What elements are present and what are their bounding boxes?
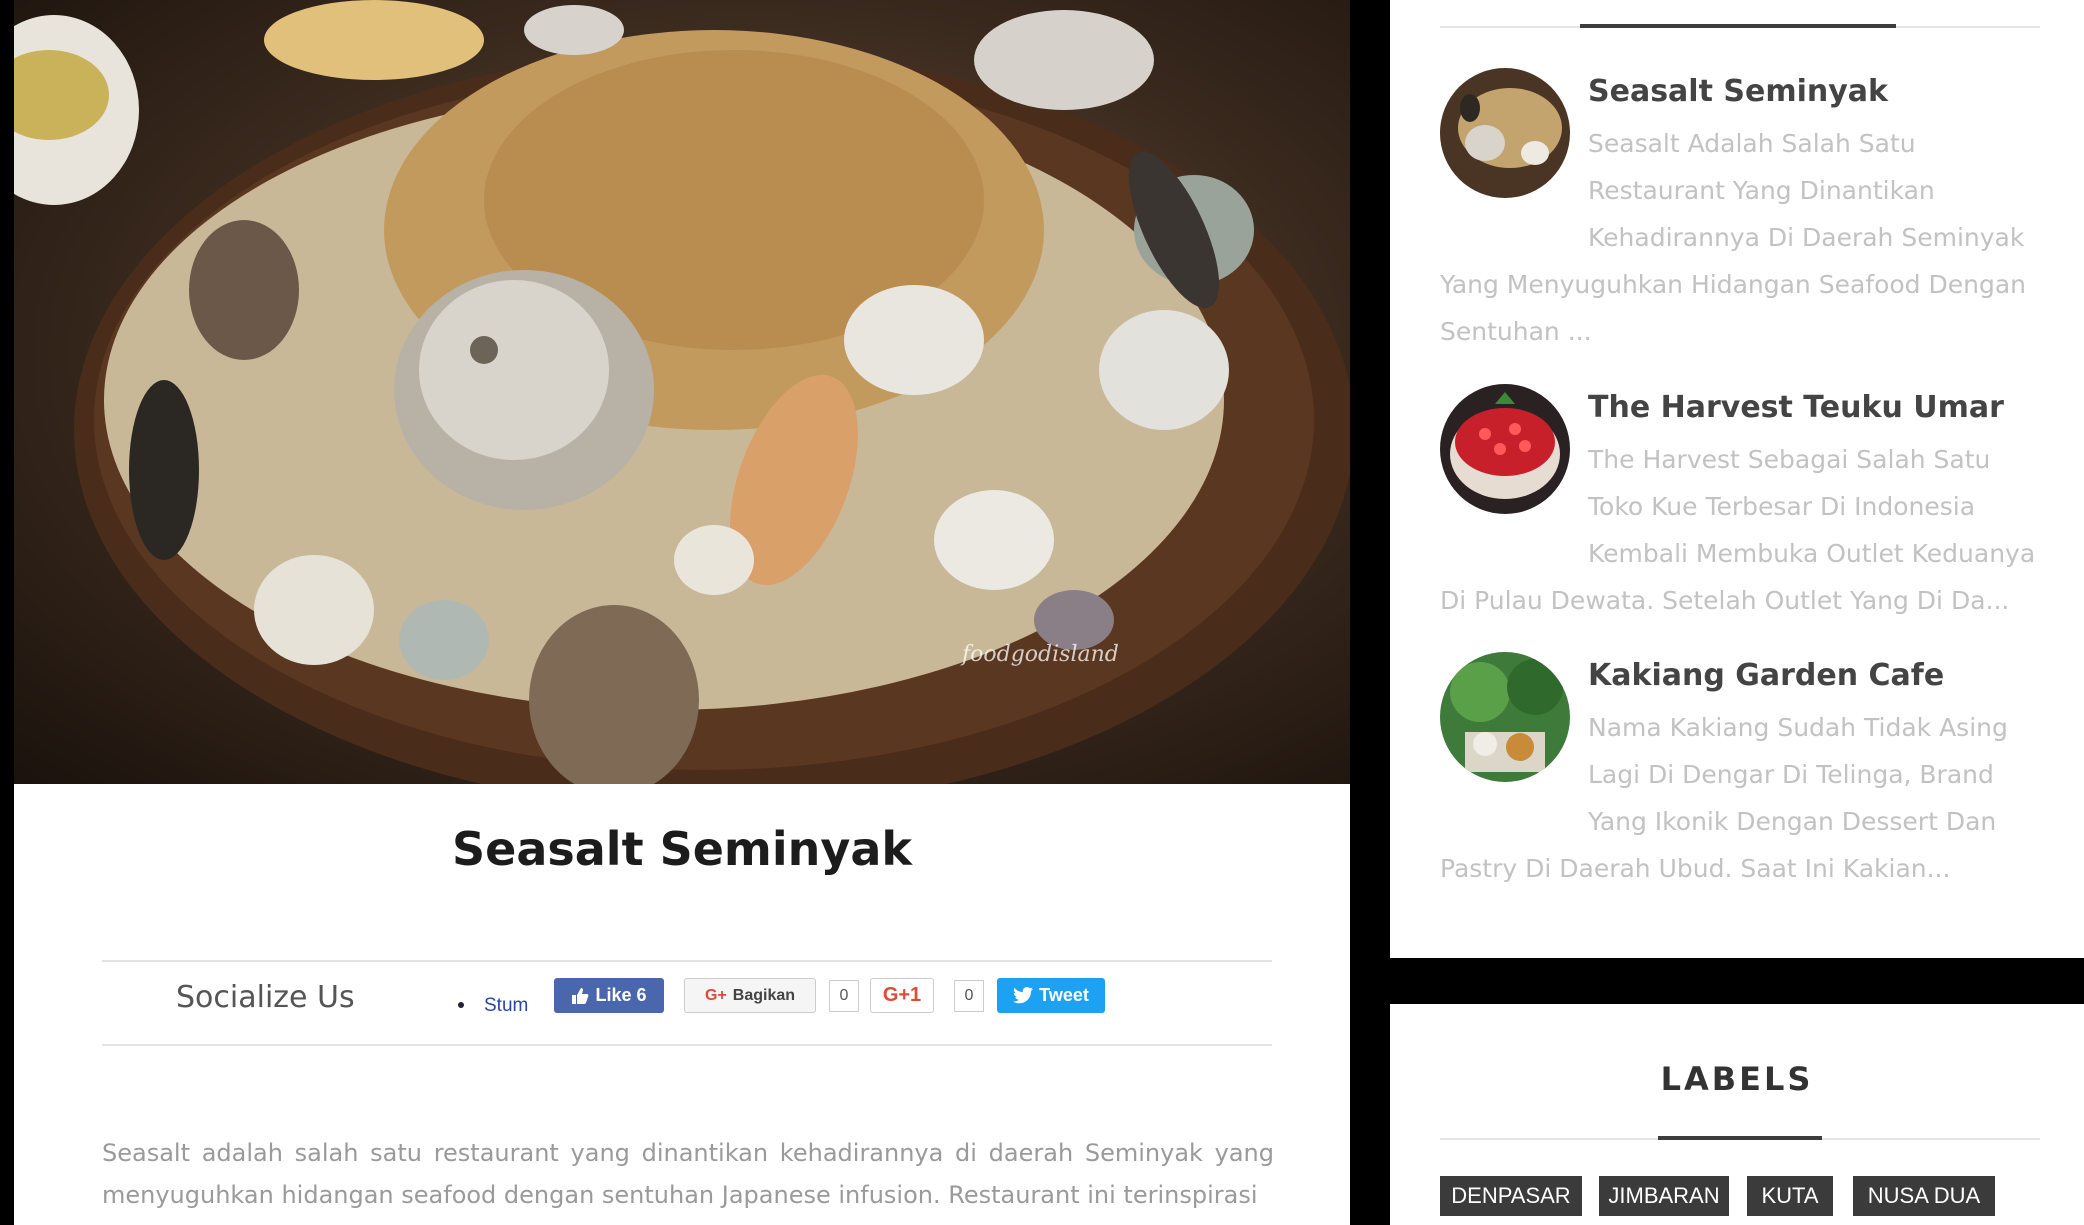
stumbleupon-link[interactable]: Stum (484, 995, 528, 1017)
labels-title-accent (1658, 1136, 1822, 1140)
popular-post-title[interactable]: The Harvest Teuku Umar (1588, 390, 2004, 425)
popular-post-item[interactable]: Seasalt Seminyak Seasalt Adalah Salah Sa… (1440, 68, 2040, 358)
popular-post-title[interactable]: Kakiang Garden Cafe (1588, 658, 1944, 693)
popular-post-item[interactable]: The Harvest Teuku Umar The Harvest Sebag… (1440, 384, 2040, 634)
like-label: Like 6 (595, 985, 647, 1005)
popular-post-item[interactable]: Kakiang Garden Cafe Nama Kakiang Sudah T… (1440, 652, 2040, 912)
popular-post-snippet: The Harvest Sebagai Salah Satu Toko Kue … (1440, 445, 2036, 615)
label-tag-denpasar[interactable]: DENPASAR (1440, 1176, 1582, 1216)
bagikan-count: 0 (829, 980, 859, 1012)
article-excerpt: Seasalt adalah salah satu restaurant yan… (102, 1139, 1274, 1209)
google-plus-one-button[interactable]: G+1 (870, 978, 934, 1013)
google-icon: G+ (704, 986, 727, 1004)
label-tag-jimbaran[interactable]: JIMBARAN (1599, 1176, 1729, 1216)
article-card: foodgodisland Seasalt Seminyak Socialize… (14, 0, 1350, 1225)
labels-widget: LABELS DENPASAR JIMBARAN KUTA NUSA DUA (1390, 1004, 2084, 1225)
post-title: Seasalt Seminyak (452, 822, 912, 876)
label-tag-kuta[interactable]: KUTA (1747, 1176, 1833, 1216)
seafood-salt-crust-photo (14, 0, 1350, 784)
labels-title: LABELS (1660, 1060, 1814, 1098)
photo-watermark: foodgodisland (962, 642, 1119, 667)
popular-post-title[interactable]: Seasalt Seminyak (1588, 74, 1888, 109)
popular-post-snippet: Nama Kakiang Sudah Tidak Asing Lagi Di D… (1440, 713, 2008, 883)
article-hero-image[interactable]: foodgodisland (14, 0, 1350, 784)
popular-posts-widget: Seasalt Seminyak Seasalt Adalah Salah Sa… (1390, 0, 2084, 958)
share-bar-top-divider (102, 960, 1272, 962)
tweet-button[interactable]: Tweet (997, 978, 1105, 1013)
tweet-label: Tweet (1039, 985, 1089, 1005)
bullet-icon (458, 1002, 464, 1008)
bagikan-label: Bagikan (732, 986, 796, 1004)
gplus-count: 0 (954, 980, 984, 1012)
socialize-label: Socialize Us (176, 980, 355, 1015)
google-share-button[interactable]: G+ Bagikan (684, 978, 816, 1013)
popular-post-snippet: Seasalt Adalah Salah Satu Restaurant Yan… (1440, 129, 2026, 346)
label-tag-nusa-dua[interactable]: NUSA DUA (1853, 1176, 1995, 1216)
twitter-bird-icon (1013, 987, 1034, 1004)
thumbs-up-icon (572, 987, 589, 1004)
share-bar-bottom-divider (102, 1044, 1272, 1046)
widget-title-accent (1580, 24, 1896, 28)
facebook-like-button[interactable]: Like 6 (554, 978, 664, 1013)
